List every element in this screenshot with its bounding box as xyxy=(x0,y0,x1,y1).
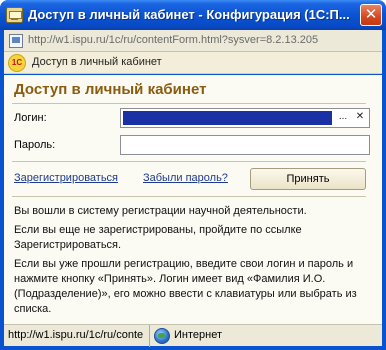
info-paragraph-2: Если вы еще не зарегистрированы, пройдит… xyxy=(14,224,302,251)
page-icon xyxy=(9,34,23,48)
login-label: Логин: xyxy=(14,112,47,124)
form-content: Доступ в личный кабинет Логин: ... ✕ Пар… xyxy=(4,75,382,324)
window-app-icon xyxy=(6,7,23,23)
1c-logo-icon: 1С xyxy=(8,54,26,72)
window-title: Доступ в личный кабинет - Конфигурация (… xyxy=(28,7,350,22)
globe-icon xyxy=(154,328,170,344)
page-title: Доступ в личный кабинет xyxy=(14,81,207,98)
address-bar: http://w1.ispu.ru/1c/ru/contentForm.html… xyxy=(4,30,382,52)
status-url: http://w1.ispu.ru/1c/ru/conte xyxy=(4,325,150,347)
choose-button[interactable]: ... xyxy=(335,110,351,126)
address-url[interactable]: http://w1.ispu.ru/1c/ru/contentForm.html… xyxy=(28,34,318,46)
app-header: 1С Доступ в личный кабинет xyxy=(4,52,382,74)
accept-button[interactable]: Принять xyxy=(250,168,366,190)
browser-window: Доступ в личный кабинет - Конфигурация (… xyxy=(0,0,386,350)
password-label: Пароль: xyxy=(14,139,56,151)
divider xyxy=(12,103,366,104)
divider xyxy=(12,161,366,162)
status-bar: http://w1.ispu.ru/1c/ru/conte Интернет xyxy=(4,324,382,347)
clear-icon[interactable]: ✕ xyxy=(352,110,368,126)
login-field[interactable]: ... ✕ xyxy=(120,108,370,128)
title-bar[interactable]: Доступ в личный кабинет - Конфигурация (… xyxy=(0,0,386,30)
forgot-password-link[interactable]: Забыли пароль? xyxy=(143,172,228,184)
login-selection xyxy=(123,111,332,125)
security-zone: Интернет xyxy=(174,329,222,341)
password-field[interactable] xyxy=(120,135,370,155)
divider xyxy=(12,196,366,197)
info-paragraph-3: Если вы уже прошли регистрацию, введите … xyxy=(14,258,357,315)
app-header-title: Доступ в личный кабинет xyxy=(32,56,162,68)
info-paragraph-1: Вы вошли в систему регистрации научной д… xyxy=(14,205,307,217)
register-link[interactable]: Зарегистрироваться xyxy=(14,172,118,184)
close-button[interactable]: ✕ xyxy=(360,4,382,26)
